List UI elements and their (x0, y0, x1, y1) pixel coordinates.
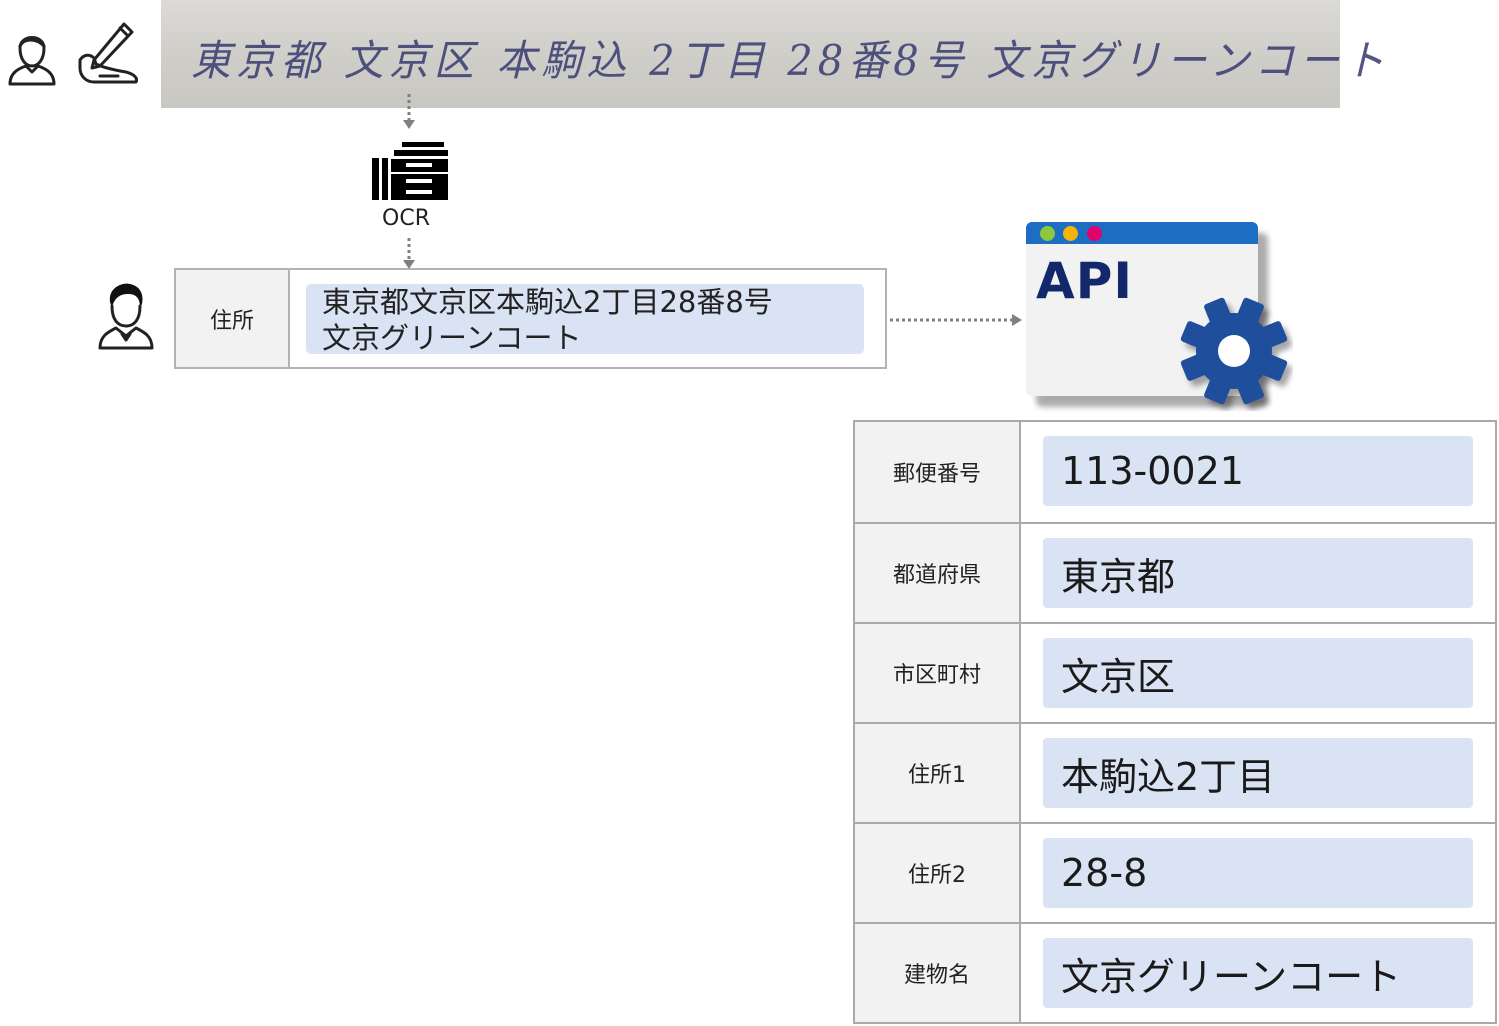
operator-icon (98, 283, 154, 350)
result-row-label: 郵便番号 (855, 422, 1021, 522)
address-value-cell: 東京都文京区本駒込2丁目28番8号 文京グリーンコート (290, 270, 885, 367)
result-row: 都道府県 東京都 (855, 522, 1495, 622)
result-row-label: 都道府県 (855, 524, 1021, 622)
result-row-value-cell: 文京グリーンコート (1021, 924, 1495, 1022)
result-row: 郵便番号 113-0021 (855, 422, 1495, 522)
api-window-titlebar (1026, 222, 1258, 244)
result-field[interactable]: 本駒込2丁目 (1043, 738, 1473, 808)
hand-writing-icon (78, 22, 138, 84)
ocr-label: OCR (382, 206, 430, 231)
result-table: 郵便番号 113-0021 都道府県 東京都 市区町村 文京区 住所1 本駒込2丁目 住所2 28… (853, 420, 1497, 1024)
api-title: API (1036, 252, 1133, 310)
result-row-label: 建物名 (855, 924, 1021, 1022)
result-field[interactable]: 東京都 (1043, 538, 1473, 608)
arrow-address-to-api (890, 314, 1022, 326)
address-input[interactable]: 東京都文京区本駒込2丁目28番8号 文京グリーンコート (306, 284, 864, 354)
result-row: 住所1 本駒込2丁目 (855, 722, 1495, 822)
window-dot-red (1087, 226, 1102, 241)
address-label: 住所 (176, 270, 290, 367)
address-value-line1: 東京都文京区本駒込2丁目28番8号 (322, 285, 773, 319)
result-row-label: 住所2 (855, 824, 1021, 922)
result-row-value-cell: 113-0021 (1021, 422, 1495, 522)
result-field[interactable]: 28-8 (1043, 838, 1473, 908)
window-dot-yellow (1063, 226, 1078, 241)
arrow-handwriting-to-ocr (403, 94, 415, 129)
address-value-line2: 文京グリーンコート (322, 321, 582, 354)
person-icon (8, 36, 56, 86)
result-row-value-cell: 東京都 (1021, 524, 1495, 622)
gear-icon (1180, 297, 1288, 405)
result-row-value-cell: 文京区 (1021, 624, 1495, 722)
result-row: 住所2 28-8 (855, 822, 1495, 922)
result-row-value-cell: 本駒込2丁目 (1021, 724, 1495, 822)
result-row-label: 市区町村 (855, 624, 1021, 722)
window-dot-green (1040, 226, 1055, 241)
scanner-icon (372, 142, 448, 200)
result-field[interactable]: 113-0021 (1043, 436, 1473, 506)
arrow-ocr-to-address (403, 238, 415, 269)
result-row-value-cell: 28-8 (1021, 824, 1495, 922)
handwritten-address-image: 東京都 文京区 本駒込 2丁目 28番8号 文京グリーンコート (161, 0, 1384, 108)
address-input-row: 住所 東京都文京区本駒込2丁目28番8号 文京グリーンコート (174, 268, 887, 369)
result-field[interactable]: 文京区 (1043, 638, 1473, 708)
result-row-label: 住所1 (855, 724, 1021, 822)
result-row: 建物名 文京グリーンコート (855, 922, 1495, 1022)
result-field[interactable]: 文京グリーンコート (1043, 938, 1473, 1008)
result-row: 市区町村 文京区 (855, 622, 1495, 722)
handwritten-address-text: 東京都 文京区 本駒込 2丁目 28番8号 文京グリーンコート (191, 37, 1390, 86)
